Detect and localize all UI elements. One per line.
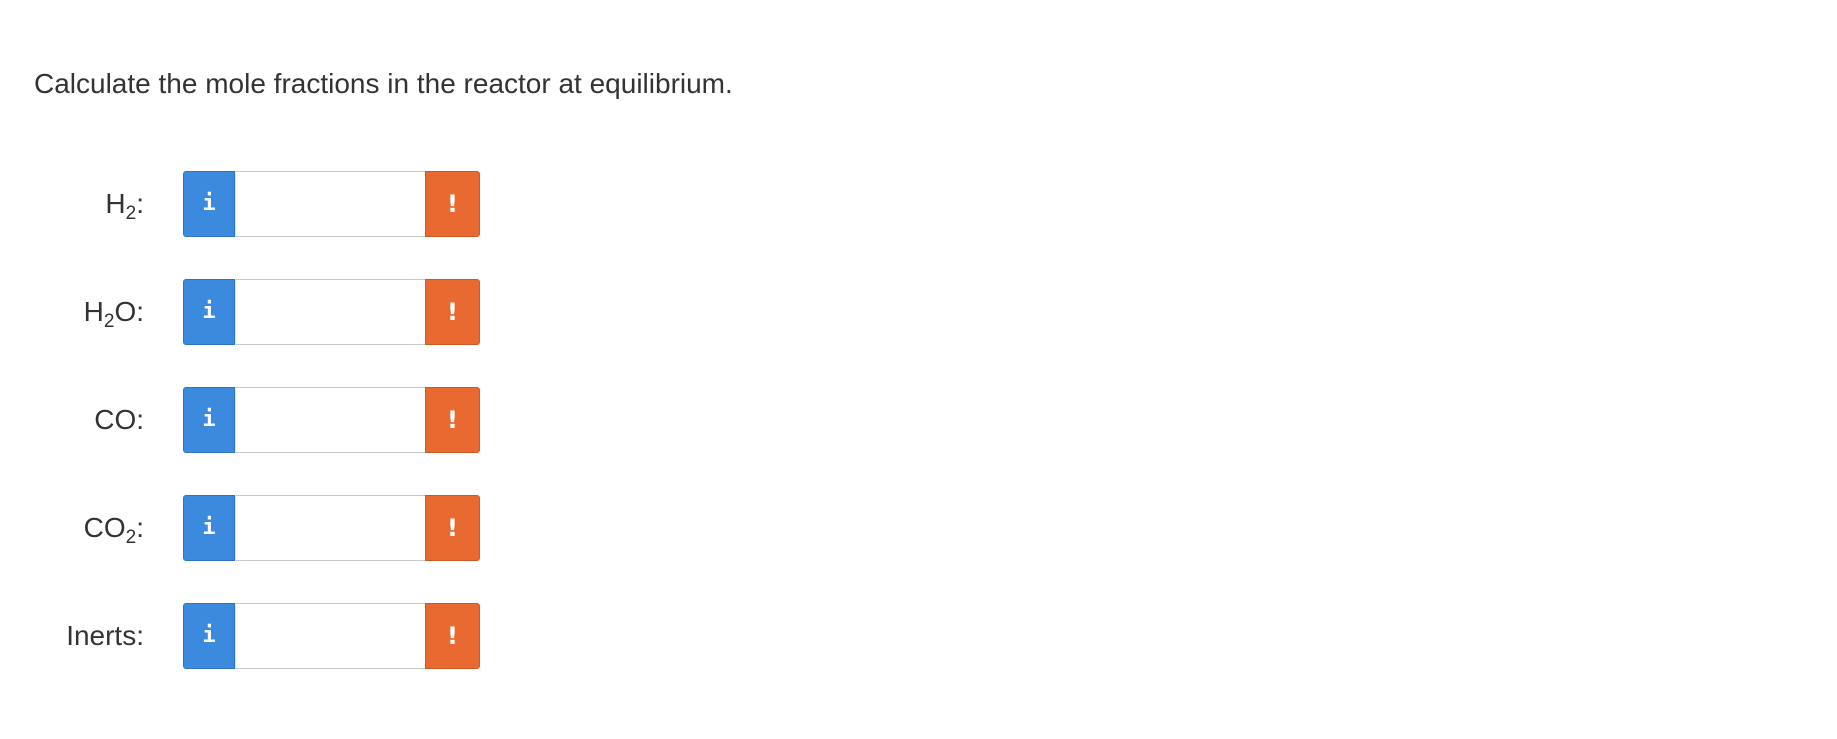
answer-row-inerts: Inerts: i ! bbox=[0, 603, 520, 669]
answer-row-co: CO: i ! bbox=[0, 387, 520, 453]
label-subscript: 2 bbox=[125, 203, 137, 224]
answer-rows: H2: i ! H2O: i ! CO: i ! CO2: i ! Inerts… bbox=[0, 0, 600, 739]
row-label-co: CO: bbox=[94, 387, 144, 453]
row-label-inerts: Inerts: bbox=[66, 603, 144, 669]
label-text: CO: bbox=[94, 404, 144, 435]
row-label-co2: CO2: bbox=[84, 495, 144, 561]
exclamation-icon[interactable]: ! bbox=[425, 387, 480, 453]
info-icon[interactable]: i bbox=[183, 279, 235, 345]
label-text: H bbox=[83, 296, 104, 327]
row-label-h2o: H2O: bbox=[84, 279, 144, 345]
exclamation-icon[interactable]: ! bbox=[425, 279, 480, 345]
info-icon[interactable]: i bbox=[183, 495, 235, 561]
label-suffix: O: bbox=[114, 296, 144, 327]
exclamation-icon[interactable]: ! bbox=[425, 495, 480, 561]
co-mole-fraction-input[interactable] bbox=[235, 387, 425, 453]
label-text: Inerts: bbox=[66, 620, 144, 651]
answer-row-co2: CO2: i ! bbox=[0, 495, 520, 561]
info-icon[interactable]: i bbox=[183, 387, 235, 453]
label-text: CO bbox=[83, 512, 126, 543]
label-suffix: : bbox=[136, 188, 144, 219]
exclamation-icon[interactable]: ! bbox=[425, 603, 480, 669]
info-icon[interactable]: i bbox=[183, 603, 235, 669]
label-subscript: 2 bbox=[103, 311, 115, 332]
h2-mole-fraction-input[interactable] bbox=[235, 171, 425, 237]
label-subscript: 2 bbox=[125, 527, 137, 548]
co2-mole-fraction-input[interactable] bbox=[235, 495, 425, 561]
row-label-h2: H2: bbox=[105, 171, 144, 237]
info-icon[interactable]: i bbox=[183, 171, 235, 237]
answer-row-h2: H2: i ! bbox=[0, 171, 520, 237]
inerts-mole-fraction-input[interactable] bbox=[235, 603, 425, 669]
label-text: H bbox=[105, 188, 126, 219]
answer-row-h2o: H2O: i ! bbox=[0, 279, 520, 345]
label-suffix: : bbox=[136, 512, 144, 543]
exclamation-icon[interactable]: ! bbox=[425, 171, 480, 237]
h2o-mole-fraction-input[interactable] bbox=[235, 279, 425, 345]
